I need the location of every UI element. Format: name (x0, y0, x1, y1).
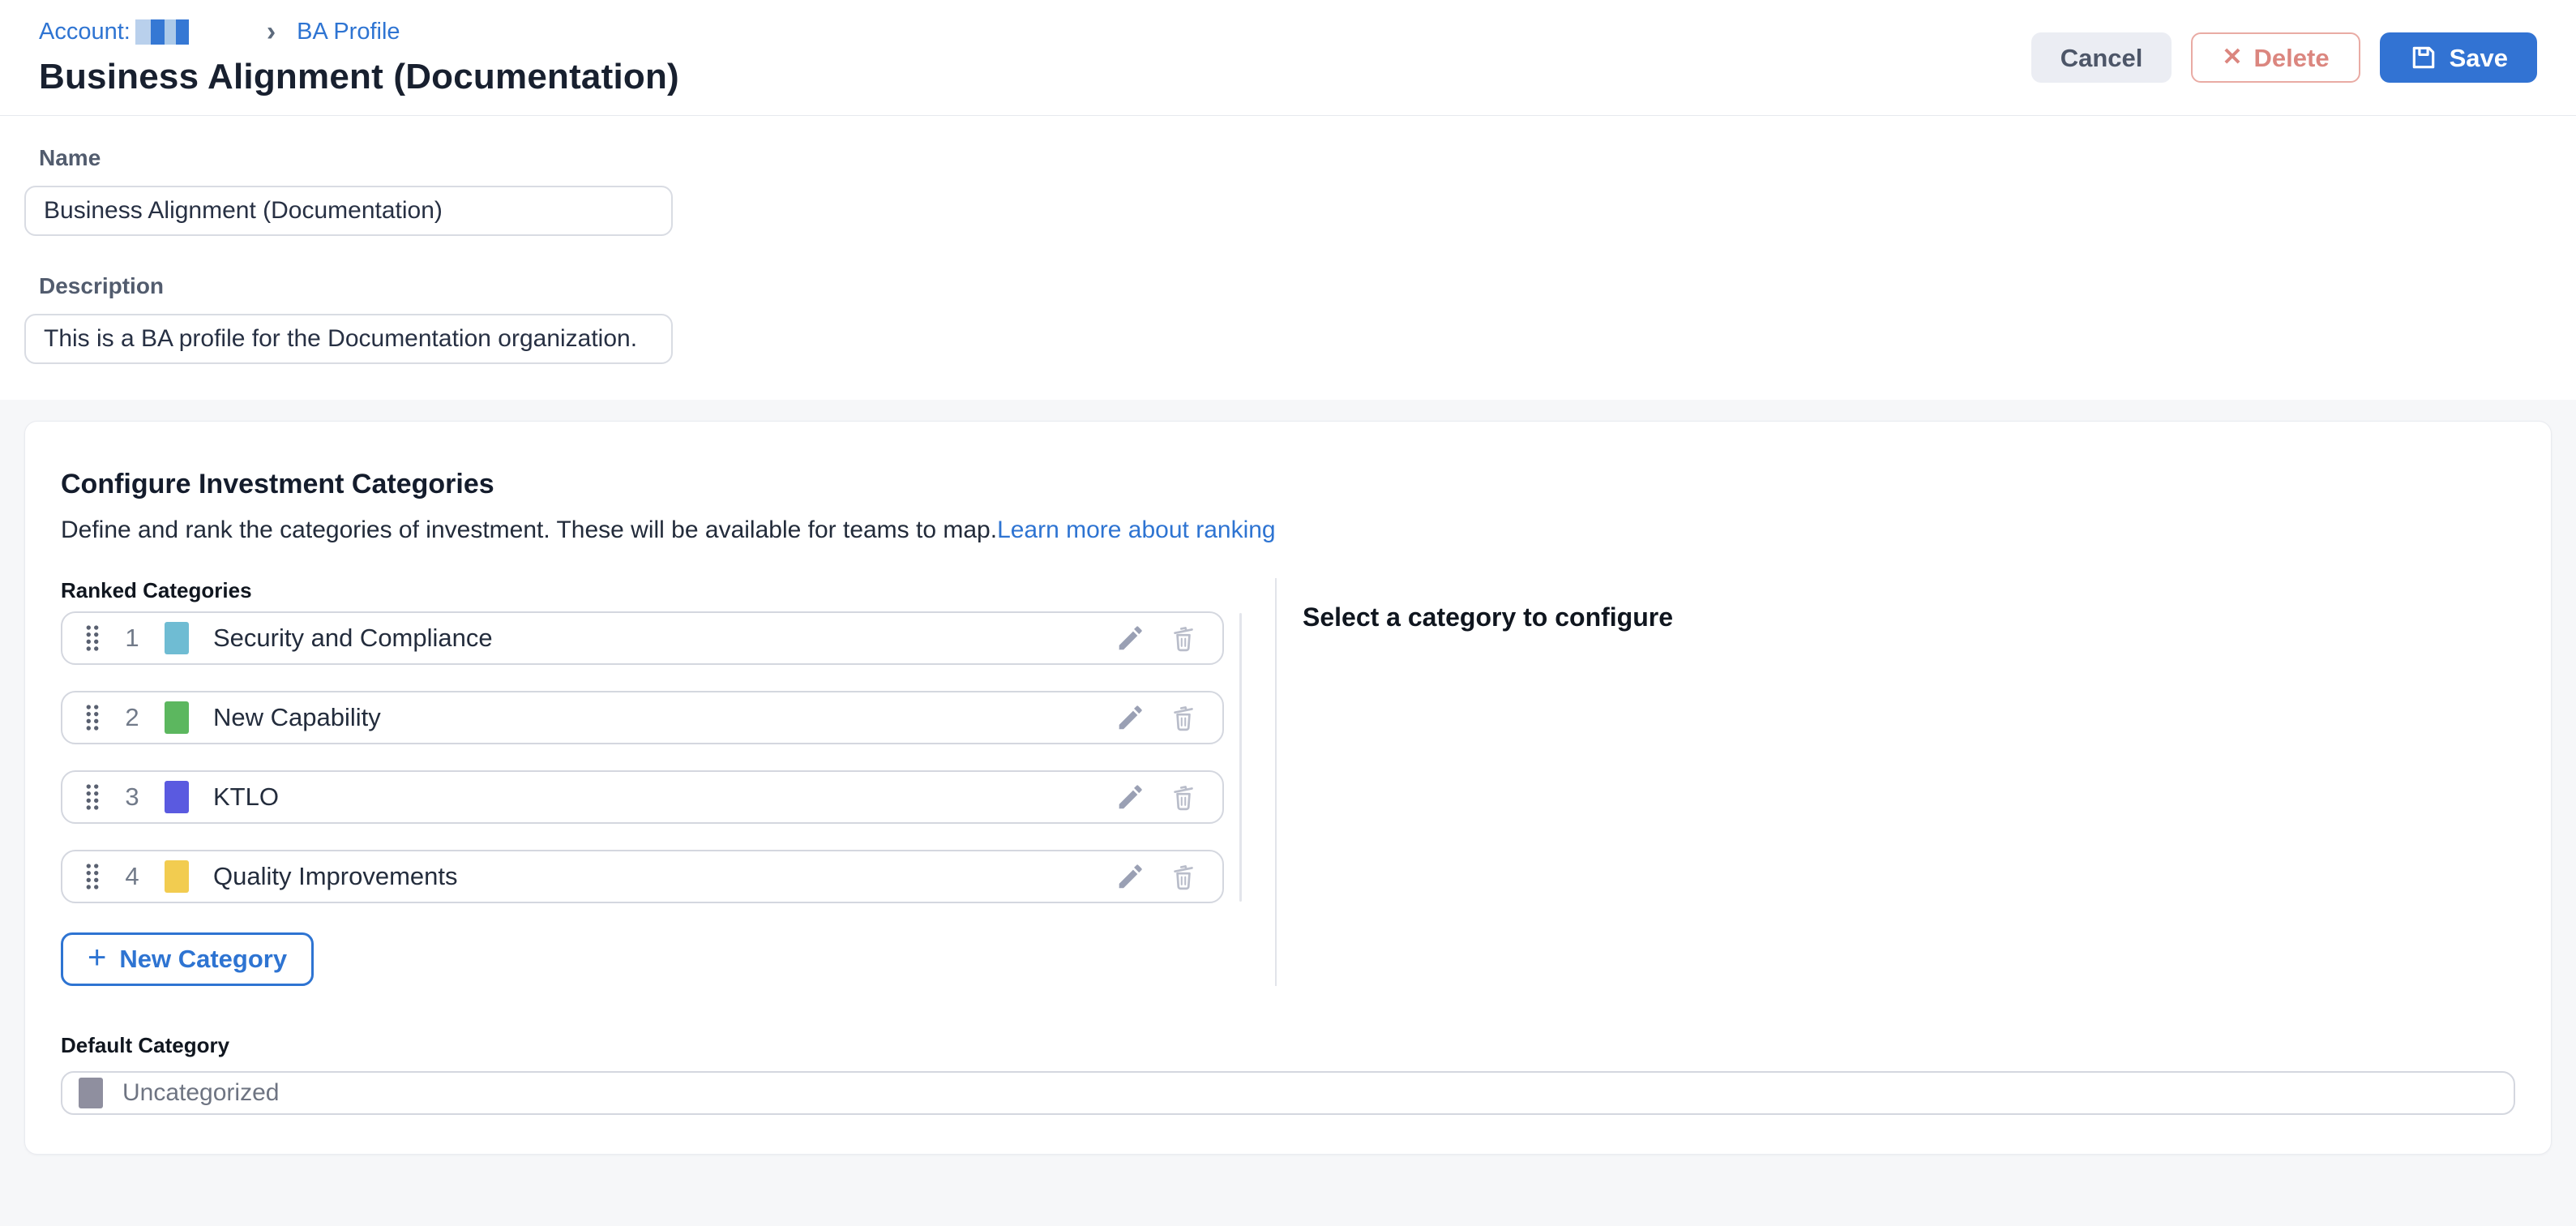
category-rank: 1 (122, 624, 142, 653)
pencil-icon (1115, 861, 1145, 892)
investment-categories-card: Configure Investment Categories Define a… (24, 421, 2552, 1155)
breadcrumb-ba-profile-link[interactable]: BA Profile (297, 19, 400, 45)
empty-state-text: Select a category to configure (1303, 602, 2515, 632)
category-color-swatch (165, 860, 189, 893)
trash-icon (1168, 623, 1199, 654)
delete-button-label: Delete (2254, 45, 2330, 71)
category-name: Security and Compliance (213, 624, 493, 653)
categories-columns: Ranked Categories 1 Security and Complia… (61, 578, 2515, 1005)
category-color-swatch (165, 781, 189, 813)
default-category-color-swatch (79, 1078, 103, 1108)
new-category-button[interactable]: + New Category (61, 932, 314, 986)
card-subtitle: Define and rank the categories of invest… (61, 517, 2515, 544)
card-title: Configure Investment Categories (61, 469, 2515, 500)
name-input[interactable] (24, 186, 673, 236)
x-icon: ✕ (2222, 45, 2242, 70)
description-label: Description (39, 273, 2537, 299)
category-name: New Capability (213, 703, 381, 732)
category-name: KTLO (213, 782, 279, 812)
description-field-group: Description (39, 273, 2537, 364)
profile-form: Name Description (0, 116, 2576, 400)
name-field-group: Name (39, 145, 2537, 236)
category-rank: 3 (122, 782, 142, 812)
default-category-row: Uncategorized (61, 1071, 2515, 1115)
save-button[interactable]: Save (2380, 32, 2537, 83)
category-row[interactable]: 1 Security and Compliance (61, 611, 1224, 665)
edit-category-button[interactable] (1112, 700, 1148, 735)
trash-icon (1168, 861, 1199, 892)
account-label: Account: (39, 19, 131, 45)
description-input[interactable] (24, 314, 673, 364)
category-row[interactable]: 4 Quality Improvements (61, 850, 1224, 903)
chevron-right-icon: › (267, 18, 276, 45)
drag-handle-icon[interactable] (83, 624, 101, 653)
cancel-button[interactable]: Cancel (2031, 32, 2172, 83)
drag-handle-icon[interactable] (83, 782, 101, 812)
default-category-name: Uncategorized (122, 1079, 279, 1107)
pencil-icon (1115, 623, 1145, 654)
edit-category-button[interactable] (1112, 859, 1148, 894)
drag-handle-icon[interactable] (83, 862, 101, 891)
default-category-section: Default Category Uncategorized (61, 1033, 2515, 1115)
breadcrumb-account[interactable]: Account: (39, 19, 189, 45)
edit-category-button[interactable] (1112, 620, 1148, 656)
ranked-category-list-wrap: 1 Security and Compliance (61, 611, 1224, 903)
category-config-panel: Select a category to configure (1277, 578, 2515, 986)
ranked-category-list: 1 Security and Compliance (61, 611, 1224, 903)
card-subtitle-text: Define and rank the categories of invest… (61, 517, 997, 543)
plus-icon: + (88, 941, 106, 974)
drag-handle-icon[interactable] (83, 703, 101, 732)
pencil-icon (1115, 702, 1145, 733)
delete-category-button[interactable] (1166, 859, 1201, 894)
new-category-button-label: New Category (119, 945, 287, 974)
list-scrollbar[interactable] (1239, 613, 1242, 902)
category-color-swatch (165, 622, 189, 654)
floppy-disk-icon (2409, 43, 2438, 72)
redacted-account-name (135, 19, 189, 45)
category-rank: 4 (122, 862, 142, 891)
trash-icon (1168, 702, 1199, 733)
category-row[interactable]: 3 KTLO (61, 770, 1224, 824)
category-rank: 2 (122, 703, 142, 732)
name-label: Name (39, 145, 2537, 171)
trash-icon (1168, 782, 1199, 812)
ranked-categories-label: Ranked Categories (61, 578, 1275, 603)
category-color-swatch (165, 701, 189, 734)
delete-category-button[interactable] (1166, 700, 1201, 735)
delete-category-button[interactable] (1166, 620, 1201, 656)
category-name: Quality Improvements (213, 862, 458, 891)
delete-category-button[interactable] (1166, 779, 1201, 815)
edit-category-button[interactable] (1112, 779, 1148, 815)
learn-more-ranking-link[interactable]: Learn more about ranking (997, 517, 1276, 543)
category-row[interactable]: 2 New Capability (61, 691, 1224, 744)
pencil-icon (1115, 782, 1145, 812)
content-band: Configure Investment Categories Define a… (0, 400, 2576, 1226)
delete-button[interactable]: ✕ Delete (2191, 32, 2360, 83)
page-header: Account: › BA Profile Business Alignment… (0, 0, 2576, 116)
default-category-label: Default Category (61, 1033, 2515, 1058)
header-actions: Cancel ✕ Delete Save (2031, 32, 2537, 83)
save-button-label: Save (2450, 45, 2508, 71)
ranked-categories-panel: Ranked Categories 1 Security and Complia… (61, 578, 1275, 986)
